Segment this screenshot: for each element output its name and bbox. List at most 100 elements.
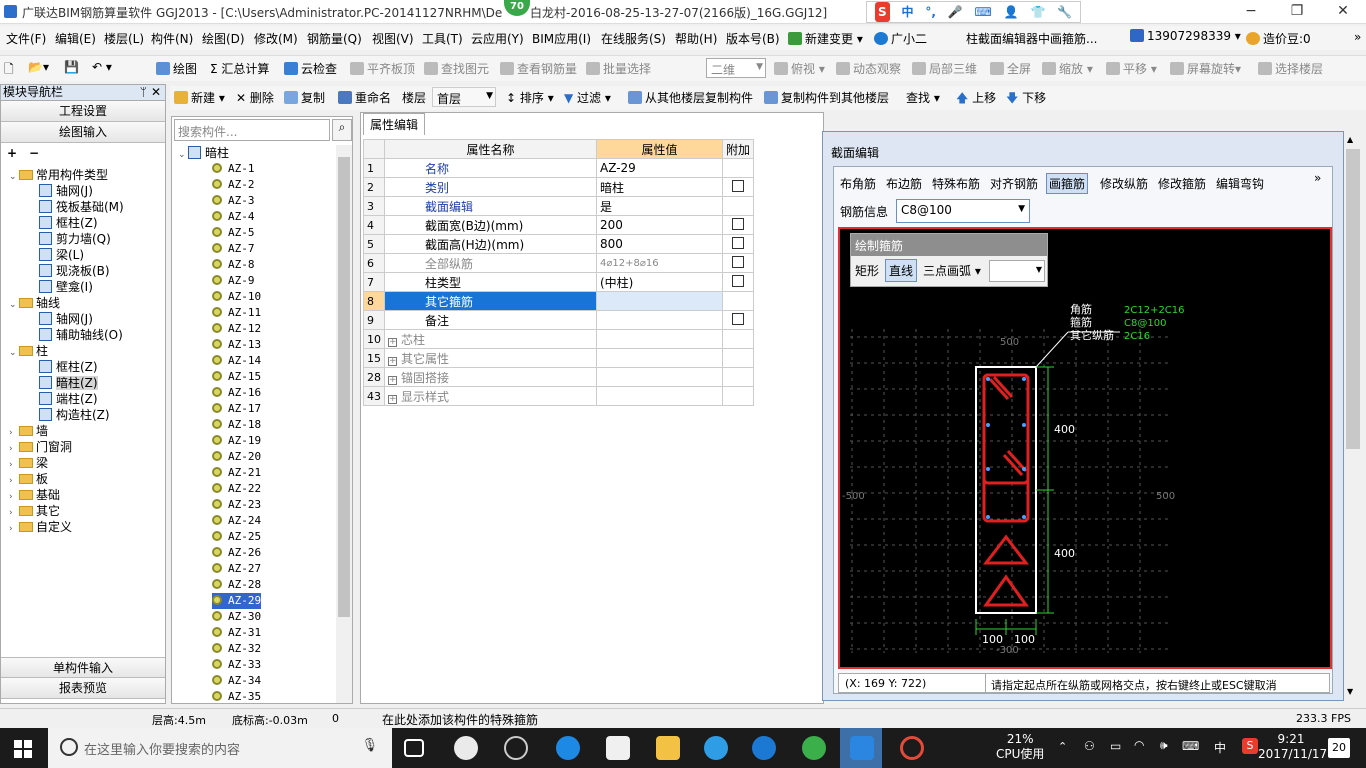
menu-online[interactable]: 在线服务(S) [601,30,666,47]
attach-checkbox[interactable] [732,255,744,268]
menu-floor[interactable]: 楼层(L) [104,30,144,47]
attach-checkbox[interactable] [732,274,744,287]
delete-button[interactable]: ✕ 删除 [236,89,274,106]
glodon-g-icon[interactable] [752,736,776,760]
scrollbar-thumb[interactable] [1346,149,1360,449]
zoom-button[interactable]: 缩放 ▾ [1042,60,1093,77]
property-value[interactable]: 4⌀12+8⌀16 [596,253,723,273]
component-list-item[interactable]: AZ-32 [212,641,261,657]
tab-edge-rebar[interactable]: 布边筋 [886,175,922,192]
move-down-button[interactable]: 🡇 下移 [1006,89,1046,110]
component-list-item[interactable]: AZ-31 [212,625,261,641]
expand-icon[interactable]: + [388,356,397,366]
component-list-item[interactable]: AZ-1 [212,161,255,177]
filter-button[interactable]: ▼ 过滤 ▾ [564,89,611,106]
component-list-item[interactable]: AZ-5 [212,225,255,241]
keyboard-icon[interactable]: ⌨ [1182,739,1199,753]
component-group-root[interactable]: ⌄ 暗柱 [178,145,229,161]
property-value[interactable] [596,348,723,368]
property-value[interactable] [596,310,723,330]
component-list-item[interactable]: AZ-23 [212,497,261,513]
property-value[interactable]: 暗柱 [596,177,723,197]
pin-icon[interactable]: ᛘ [140,85,147,100]
store-icon[interactable] [606,736,630,760]
search-button[interactable]: ⌕ [332,119,352,141]
property-value[interactable]: 是 [596,196,723,216]
tab-corner-rebar[interactable]: 布角筋 [840,175,876,192]
volume-icon[interactable]: 🕪 [1160,738,1168,753]
expand-icon[interactable]: + [388,394,397,404]
nav-tree-item[interactable]: 框柱(Z) [39,215,98,231]
view-mode-select[interactable]: 二维 ▼ [706,58,766,78]
property-value[interactable]: 800 [596,234,723,254]
property-row[interactable]: 28 + 锚固搭接 [363,367,755,387]
nav-tree-item[interactable]: 剪力墙(Q) [39,231,111,247]
pan-button[interactable]: 平移 ▾ [1106,60,1157,77]
draw-rect-button[interactable]: 矩形 [855,262,879,279]
view-rebar-button[interactable]: 查看钢筋量 [500,60,577,77]
drawing-input-button[interactable]: 绘图输入 [1,122,165,143]
mic-icon[interactable]: 🎙 [361,738,378,753]
nav-tree-item[interactable]: › 门窗洞 [9,439,72,455]
save-icon[interactable]: 💾 [64,60,79,74]
nav-tree-item[interactable]: ⌄ 常用构件类型 [9,167,108,183]
menu-edit[interactable]: 编辑(E) [55,30,96,47]
expand-all-icon[interactable]: + [7,146,17,160]
tab-modify-stirrup[interactable]: 修改箍筋 [1158,175,1206,192]
property-value[interactable] [596,367,723,387]
select-floor-button[interactable]: 选择楼层 [1258,60,1323,77]
nav-tree-item[interactable]: 端柱(Z) [39,391,98,407]
batch-select-button[interactable]: 批量选择 [586,60,651,77]
menu-help[interactable]: 帮助(H) [675,30,717,47]
component-list-item[interactable]: AZ-2 [212,177,255,193]
property-row[interactable]: 2 类别 暗柱 [363,177,755,197]
property-row[interactable]: 15 + 其它属性 [363,348,755,368]
ie-icon[interactable] [704,736,728,760]
component-list-item[interactable]: AZ-12 [212,321,261,337]
nav-tree-item[interactable]: 轴网(J) [39,183,93,199]
attach-checkbox[interactable] [732,312,744,325]
attach-checkbox[interactable] [732,236,744,249]
context-hint[interactable]: 柱截面编辑器中画箍筋... [966,30,1097,47]
nav-tree-item[interactable]: › 梁 [9,455,48,471]
nav-tree-item[interactable]: 暗柱(Z) [39,375,98,391]
flat-slab-button[interactable]: 平齐板顶 [350,60,415,77]
new-component-button[interactable]: 新建 ▾ [174,89,225,106]
user-icon[interactable]: 👤 [1004,2,1019,22]
property-value[interactable]: AZ-29 [596,158,723,178]
menu-rebar-qty[interactable]: 钢筋量(Q) [307,30,362,47]
component-list-item[interactable]: AZ-33 [212,657,261,673]
menu-modify[interactable]: 修改(M) [254,30,298,47]
component-list-item[interactable]: AZ-7 [212,241,255,257]
property-value[interactable]: (中柱) [596,272,723,292]
component-list-item[interactable]: AZ-35 [212,689,261,705]
people-icon[interactable]: ⚇ [1084,739,1095,753]
sort-button[interactable]: ↕ 排序 ▾ [506,89,554,106]
component-list-item[interactable]: AZ-14 [212,353,261,369]
draw-arc-button[interactable]: 三点画弧 ▾ [923,262,981,279]
attach-checkbox[interactable] [732,217,744,230]
section-canvas[interactable]: 500 -500 500 -300 400 400 100 100 角筋 2C1… [838,227,1332,669]
arc-option-select[interactable]: ▼ [989,260,1045,282]
component-list-item[interactable]: AZ-4 [212,209,255,225]
menu-version[interactable]: 版本号(B) [726,30,780,47]
tab-align-rebar[interactable]: 对齐钢筋 [990,175,1038,192]
open-file-icon[interactable]: 📂▾ [28,60,49,74]
property-row[interactable]: 1 名称 AZ-29 [363,158,755,178]
project-settings-button[interactable]: 工程设置 [1,101,165,122]
menu-guangxiaoer[interactable]: 广小二 [874,30,927,47]
user-account[interactable]: 13907298339 ▾ [1130,29,1241,43]
nav-tree-item[interactable]: 构造柱(Z) [39,407,110,423]
fan-app-icon[interactable] [454,736,478,760]
chevron-right-icon[interactable]: › [9,521,19,537]
ime-punct-icon[interactable]: °, [925,2,936,22]
top-view-button[interactable]: 俯视 ▾ [774,60,825,77]
component-list-item[interactable]: AZ-29 [212,593,262,609]
tray-expand-icon[interactable]: ⌃ [1058,740,1067,753]
property-row[interactable]: 5 截面高(H边)(mm) 800 [363,234,755,254]
component-list-item[interactable]: AZ-16 [212,385,261,401]
property-row[interactable]: 8 其它箍筋 [363,291,755,311]
mic-icon[interactable]: 🎤 [948,2,963,22]
taskbar-search-input[interactable]: 在这里输入你要搜索的内容 🎙 [48,728,392,768]
glodon-app-icon[interactable] [504,736,528,760]
